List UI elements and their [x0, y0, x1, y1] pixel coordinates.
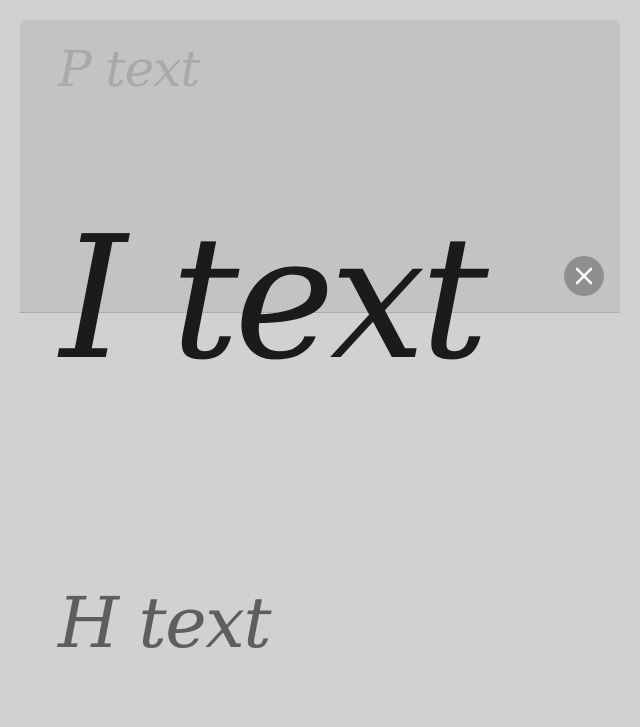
text-style-option-p[interactable]: P text	[58, 44, 201, 94]
close-icon	[575, 267, 593, 285]
text-style-option-h[interactable]: H text	[58, 588, 271, 658]
close-button[interactable]	[564, 256, 604, 296]
text-style-picker: { "items": { "p": { "label": "P text" },…	[0, 0, 640, 727]
text-style-option-i[interactable]: I text	[60, 214, 489, 384]
